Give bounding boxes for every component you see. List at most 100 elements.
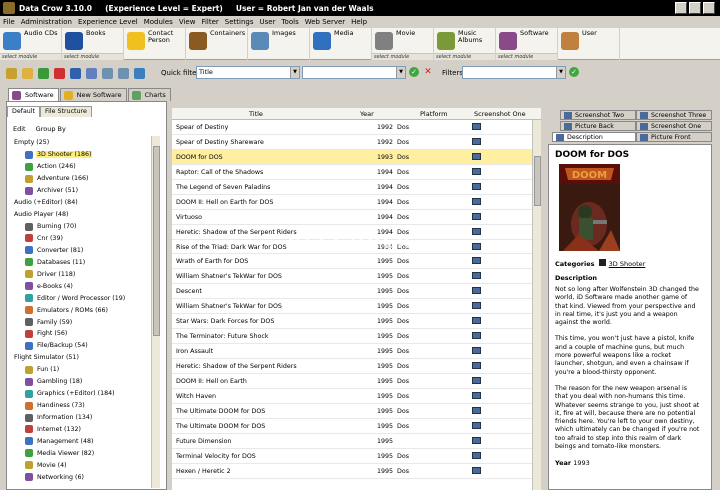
- tree-item[interactable]: Converter (81): [13, 244, 157, 256]
- group-by-menu[interactable]: Group By: [36, 125, 66, 133]
- screenshot-thumbnail-icon[interactable]: [472, 436, 481, 444]
- screenshot-thumbnail-icon[interactable]: [472, 212, 481, 220]
- maximize-button[interactable]: [689, 2, 701, 14]
- screenshot-thumbnail-icon[interactable]: [472, 123, 481, 130]
- module-movie[interactable]: Movie select module: [372, 28, 434, 60]
- menu-item-settings[interactable]: Settings: [225, 18, 254, 26]
- module-software[interactable]: Software select module: [496, 28, 558, 60]
- table-row[interactable]: DOOM for DOS 1993 Dos: [172, 149, 532, 165]
- menu-item-experience-level[interactable]: Experience Level: [78, 18, 138, 26]
- screenshot-thumbnail-icon[interactable]: [472, 287, 481, 295]
- close-button[interactable]: [703, 2, 715, 14]
- subtab-default[interactable]: Default: [7, 106, 41, 117]
- menu-item-file[interactable]: File: [3, 18, 15, 26]
- table-row[interactable]: William Shatner's TekWar for DOS 1995 Dos: [172, 299, 532, 315]
- tree-item[interactable]: Movie (4): [13, 459, 157, 471]
- screenshot-thumbnail-icon[interactable]: [472, 451, 481, 459]
- module-images[interactable]: Images: [248, 28, 310, 60]
- table-row[interactable]: The Ultimate DOOM for DOS 1995 Dos: [172, 404, 532, 419]
- table-row[interactable]: William Shatner's TekWar for DOS 1995 Dos: [172, 269, 532, 285]
- tree-item[interactable]: Graphics (+Editor) (184): [13, 388, 157, 400]
- table-row[interactable]: The Ultimate DOOM for DOS 1995 Dos: [172, 419, 532, 434]
- tree-item[interactable]: Handiness (73): [13, 400, 157, 412]
- tree-item[interactable]: Management (48): [13, 435, 157, 447]
- quick-filter-field-select[interactable]: Title ▼: [196, 66, 300, 79]
- tree-item[interactable]: Fun (1): [13, 364, 157, 376]
- apply-filter-icon[interactable]: ✓: [409, 67, 419, 77]
- module-contact-person[interactable]: Contact Person: [124, 28, 186, 60]
- screenshot-thumbnail-icon[interactable]: [472, 167, 481, 175]
- category-link[interactable]: 3D Shooter: [609, 260, 646, 268]
- table-row[interactable]: Hexen / Heretic 2 1995 Dos: [172, 464, 532, 479]
- clear-filter-icon[interactable]: ✕: [423, 67, 433, 77]
- tree-item[interactable]: Action (246): [13, 161, 157, 173]
- folder-icon[interactable]: [22, 67, 33, 79]
- tab-screenshot-three[interactable]: Screenshot Three: [636, 110, 712, 120]
- menu-item-modules[interactable]: Modules: [144, 18, 173, 26]
- tab-new-software[interactable]: New Software: [59, 88, 127, 101]
- tree-item[interactable]: Empty (25): [13, 137, 157, 149]
- screenshot-thumbnail-icon[interactable]: [472, 197, 481, 205]
- screenshot-thumbnail-icon[interactable]: [472, 272, 481, 280]
- menu-item-view[interactable]: View: [179, 18, 196, 26]
- screenshot-thumbnail-icon[interactable]: [472, 182, 481, 190]
- tree-item[interactable]: Cnr (39): [13, 233, 157, 245]
- tree-item[interactable]: Media Viewer (82): [13, 447, 157, 459]
- table-row[interactable]: Heretic: Shadow of the Serpent Riders 199…: [172, 359, 532, 374]
- wand-icon[interactable]: [6, 67, 17, 79]
- screenshot-thumbnail-icon[interactable]: [472, 137, 481, 145]
- tree-item[interactable]: Emulators / ROMs (66): [13, 304, 157, 316]
- screenshot-thumbnail-icon[interactable]: [472, 317, 481, 325]
- table-row[interactable]: Spear of Destiny Shareware 1992 Dos: [172, 135, 532, 150]
- save-all-icon[interactable]: [86, 67, 97, 79]
- tree-item[interactable]: Editor / Word Processor (19): [13, 292, 157, 304]
- screenshot-thumbnail-icon[interactable]: [472, 421, 481, 429]
- tree-item[interactable]: Flight Simulator (51): [13, 352, 157, 364]
- tree-scrollbar[interactable]: [151, 136, 160, 488]
- tree-item[interactable]: Databases (11): [13, 256, 157, 268]
- table-row[interactable]: Raptor: Call of the Shadows 1994 Dos: [172, 165, 532, 180]
- tree-item[interactable]: 3D Shooter (186): [13, 149, 157, 161]
- module-media[interactable]: Media: [310, 28, 372, 60]
- tab-screenshot-one[interactable]: Screenshot One: [636, 121, 712, 131]
- screenshot-thumbnail-icon[interactable]: [472, 406, 481, 414]
- tree-item[interactable]: Adventure (166): [13, 173, 157, 185]
- module-books[interactable]: Books select module: [62, 28, 124, 60]
- column-title[interactable]: Title: [249, 110, 263, 118]
- menu-item-filter[interactable]: Filter: [201, 18, 218, 26]
- module-select-link[interactable]: select module: [372, 53, 433, 60]
- screenshot-thumbnail-icon[interactable]: [472, 152, 481, 160]
- grid-scrollbar[interactable]: [532, 120, 541, 490]
- screenshot-thumbnail-icon[interactable]: [472, 391, 481, 399]
- scrollbar-thumb[interactable]: [534, 156, 541, 206]
- tree-item[interactable]: Burning (70): [13, 221, 157, 233]
- tree-item[interactable]: Gambling (18): [13, 376, 157, 388]
- tree-item[interactable]: Driver (118): [13, 268, 157, 280]
- table-row[interactable]: Descent 1995 Dos: [172, 284, 532, 300]
- module-music-albums[interactable]: Music Albums select module: [434, 28, 496, 60]
- module-select-link[interactable]: select module: [496, 53, 557, 60]
- minimize-button[interactable]: [675, 2, 687, 14]
- table-row[interactable]: Iron Assault 1995 Dos: [172, 344, 532, 359]
- column-screenshot-one[interactable]: Screenshot One: [474, 110, 526, 118]
- table-row[interactable]: Future Dimension 1995: [172, 434, 532, 449]
- tree-item[interactable]: Audio (+Editor) (84): [13, 197, 157, 209]
- tree-item[interactable]: Internet (132): [13, 424, 157, 436]
- tab-picture-back[interactable]: Picture Back: [560, 121, 636, 131]
- table-row[interactable]: The Legend of Seven Paladins 1994 Dos: [172, 180, 532, 195]
- search-icon[interactable]: [102, 67, 113, 79]
- table-row[interactable]: Wrath of Earth for DOS 1995 Dos: [172, 254, 532, 270]
- edit-menu[interactable]: Edit: [13, 125, 26, 133]
- tab-description[interactable]: Description: [552, 132, 636, 142]
- quick-filter-value-select[interactable]: ▼: [302, 66, 406, 79]
- table-row[interactable]: DOOM II: Hell on Earth for DOS 1994 Dos: [172, 195, 532, 210]
- advanced-search-icon[interactable]: [118, 67, 129, 79]
- tab-software[interactable]: Software: [8, 88, 59, 101]
- menu-item-help[interactable]: Help: [351, 18, 367, 26]
- tree-item[interactable]: Information (134): [13, 412, 157, 424]
- table-row[interactable]: The Terminator: Future Shock 1995 Dos: [172, 329, 532, 345]
- menu-item-tools[interactable]: Tools: [281, 18, 298, 26]
- scrollbar-thumb[interactable]: [153, 146, 160, 336]
- tree-item[interactable]: Audio Player (48): [13, 209, 157, 221]
- add-icon[interactable]: [38, 67, 49, 79]
